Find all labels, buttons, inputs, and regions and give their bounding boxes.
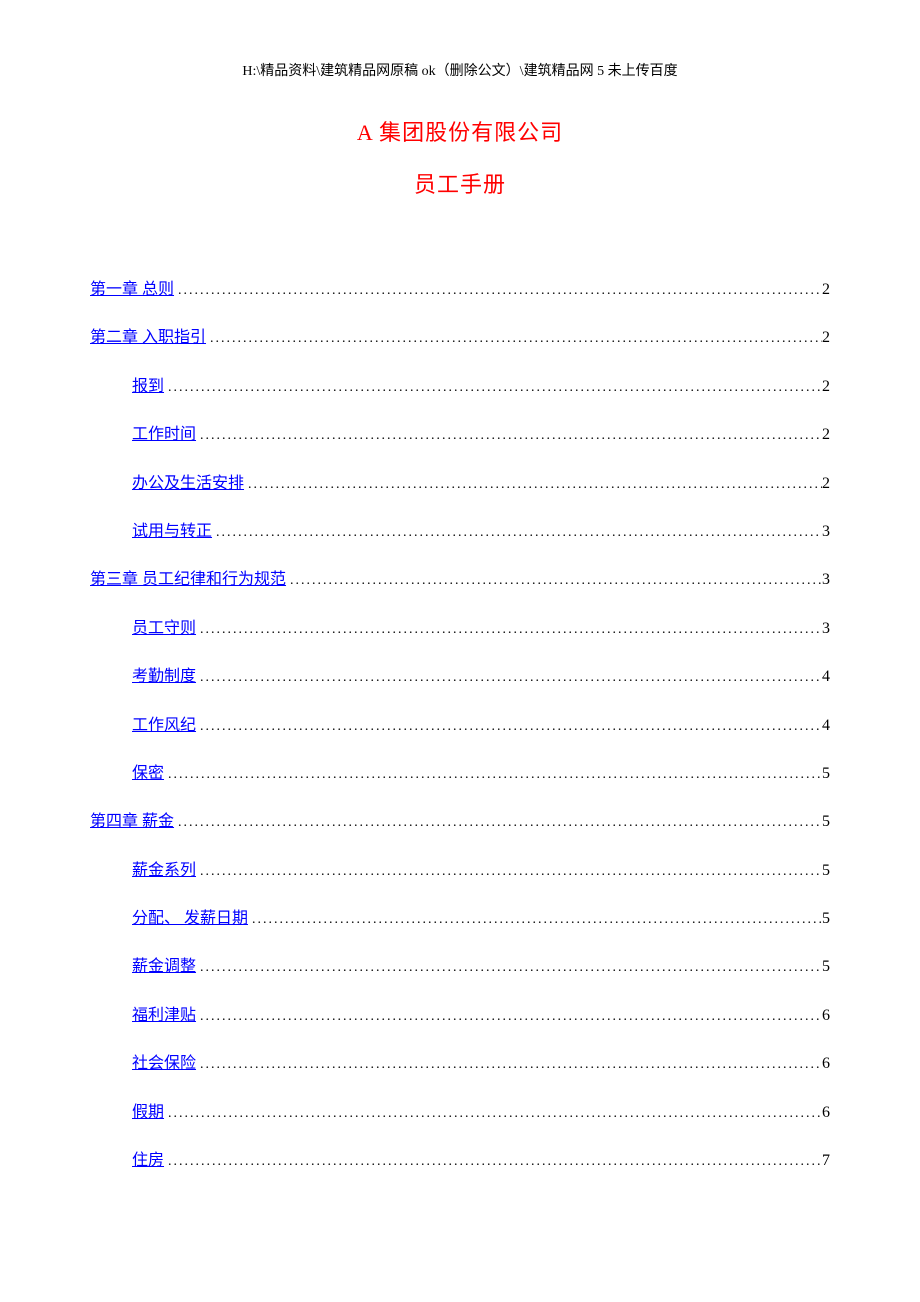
toc-entry: 社会保险 6	[90, 1053, 830, 1075]
toc-entry: 工作风纪 4	[90, 715, 830, 737]
toc-page-number: 6	[822, 1005, 830, 1027]
document-path: H:\精品资料\建筑精品网原稿 ok（删除公文）\建筑精品网 5 未上传百度	[90, 60, 830, 80]
toc-page-number: 4	[822, 666, 830, 688]
toc-page-number: 5	[822, 908, 830, 930]
toc-page-number: 6	[822, 1053, 830, 1075]
toc-link[interactable]: 保密	[132, 763, 164, 785]
toc-entry: 假期 6	[90, 1102, 830, 1124]
toc-link[interactable]: 考勤制度	[132, 666, 196, 688]
toc-entry: 试用与转正 3	[90, 521, 830, 543]
toc-page-number: 2	[822, 473, 830, 495]
toc-entry: 分配、 发薪日期 5	[90, 908, 830, 930]
toc-leader-dots	[174, 813, 822, 833]
toc-leader-dots	[196, 620, 822, 640]
toc-leader-dots	[196, 958, 822, 978]
document-title-line1: A 集团股份有限公司	[90, 115, 830, 147]
toc-leader-dots	[196, 1007, 822, 1027]
toc-entry: 薪金系列 5	[90, 860, 830, 882]
toc-link[interactable]: 第四章 薪金	[90, 811, 174, 833]
toc-leader-dots	[174, 281, 822, 301]
toc-entry: 第四章 薪金 5	[90, 811, 830, 833]
toc-page-number: 7	[822, 1150, 830, 1172]
toc-entry: 第一章 总则 2	[90, 279, 830, 301]
toc-page-number: 2	[822, 279, 830, 301]
toc-link[interactable]: 住房	[132, 1150, 164, 1172]
toc-link[interactable]: 员工守则	[132, 618, 196, 640]
toc-link[interactable]: 工作风纪	[132, 715, 196, 737]
toc-leader-dots	[286, 571, 822, 591]
toc-link[interactable]: 办公及生活安排	[132, 473, 244, 495]
toc-leader-dots	[212, 523, 822, 543]
toc-entry: 工作时间 2	[90, 424, 830, 446]
toc-leader-dots	[196, 426, 822, 446]
toc-entry: 办公及生活安排 2	[90, 473, 830, 495]
toc-entry: 第三章 员工纪律和行为规范 3	[90, 569, 830, 591]
toc-entry: 第二章 入职指引 2	[90, 327, 830, 349]
toc-page-number: 5	[822, 811, 830, 833]
toc-link[interactable]: 社会保险	[132, 1053, 196, 1075]
toc-link[interactable]: 第三章 员工纪律和行为规范	[90, 569, 286, 591]
toc-link[interactable]: 试用与转正	[132, 521, 212, 543]
toc-entry: 报到 2	[90, 376, 830, 398]
toc-page-number: 3	[822, 521, 830, 543]
toc-entry: 考勤制度 4	[90, 666, 830, 688]
toc-entry: 福利津贴 6	[90, 1005, 830, 1027]
toc-page-number: 2	[822, 327, 830, 349]
toc-entry: 住房 7	[90, 1150, 830, 1172]
toc-entry: 保密 5	[90, 763, 830, 785]
toc-leader-dots	[164, 1104, 822, 1124]
toc-page-number: 6	[822, 1102, 830, 1124]
toc-leader-dots	[244, 475, 822, 495]
toc-link[interactable]: 假期	[132, 1102, 164, 1124]
toc-link[interactable]: 第二章 入职指引	[90, 327, 206, 349]
toc-page-number: 2	[822, 424, 830, 446]
toc-page-number: 3	[822, 618, 830, 640]
toc-entry: 员工守则 3	[90, 618, 830, 640]
toc-link[interactable]: 报到	[132, 376, 164, 398]
toc-leader-dots	[206, 329, 822, 349]
toc-page-number: 3	[822, 569, 830, 591]
toc-leader-dots	[164, 765, 822, 785]
toc-link[interactable]: 福利津贴	[132, 1005, 196, 1027]
toc-page-number: 5	[822, 763, 830, 785]
toc-link[interactable]: 薪金调整	[132, 956, 196, 978]
toc-entry: 薪金调整 5	[90, 956, 830, 978]
toc-link[interactable]: 工作时间	[132, 424, 196, 446]
toc-page-number: 5	[822, 956, 830, 978]
toc-leader-dots	[196, 717, 822, 737]
toc-page-number: 5	[822, 860, 830, 882]
toc-leader-dots	[196, 668, 822, 688]
toc-page-number: 2	[822, 376, 830, 398]
toc-leader-dots	[164, 378, 822, 398]
toc-leader-dots	[248, 910, 822, 930]
toc-page-number: 4	[822, 715, 830, 737]
toc-link[interactable]: 分配、 发薪日期	[132, 908, 248, 930]
toc-leader-dots	[196, 1055, 822, 1075]
toc-link[interactable]: 第一章 总则	[90, 279, 174, 301]
toc-leader-dots	[196, 862, 822, 882]
toc-leader-dots	[164, 1152, 822, 1172]
toc-link[interactable]: 薪金系列	[132, 860, 196, 882]
document-title-line2: 员工手册	[90, 167, 830, 199]
table-of-contents: 第一章 总则2第二章 入职指引2报到2工作时间2办公及生活安排2试用与转正3第三…	[90, 279, 830, 1172]
